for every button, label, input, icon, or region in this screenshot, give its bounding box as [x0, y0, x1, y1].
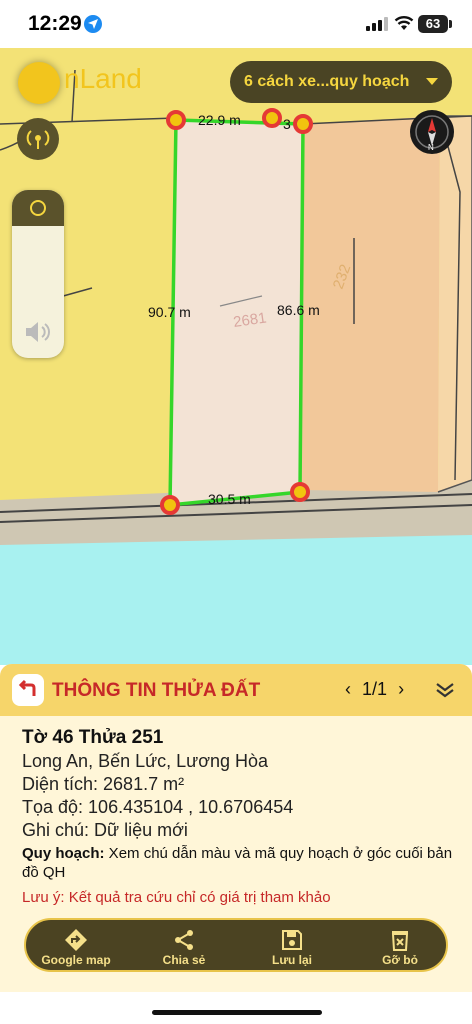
- parcel-heading: Tờ 46 Thửa 251: [22, 727, 164, 748]
- parcel-address: Long An, Bến Lức, Lương Hòa: [22, 751, 269, 771]
- signal-icon: [366, 17, 388, 31]
- directions-icon: [65, 929, 87, 951]
- segment-top-label: 22.9 m: [198, 112, 241, 128]
- segment-bottom-label: 30.5 m: [208, 491, 251, 507]
- segment-top-extra-label: 3: [283, 116, 291, 132]
- map-canvas: 2681 232: [0, 69, 472, 665]
- delete-icon: [391, 931, 409, 951]
- panel-title: THÔNG TIN THỬA ĐẤT: [52, 680, 261, 701]
- remove-button[interactable]: Gỡ bỏ: [350, 920, 450, 970]
- back-arrow-icon: [18, 679, 36, 696]
- pager-count: 1/1: [362, 679, 388, 699]
- parcel-details: Tờ 46 Thửa 251 Long An, Bến Lức, Lương H…: [22, 726, 460, 908]
- wifi-icon: [394, 16, 414, 30]
- battery-tip: [449, 20, 452, 28]
- layers-icon: [30, 200, 46, 216]
- share-button[interactable]: Chia sẻ: [134, 920, 234, 970]
- status-time: 12:29: [28, 12, 82, 35]
- google-map-label: Google map: [41, 953, 111, 967]
- compass-icon: N: [415, 115, 449, 152]
- layer-button[interactable]: [12, 190, 64, 226]
- share-label: Chia sẻ: [162, 953, 206, 967]
- plan-label: Quy hoạch:: [22, 845, 105, 862]
- parcel-warning: Lưu ý: Kết quả tra cứu chỉ có giá trị th…: [22, 889, 331, 906]
- save-label: Lưu lại: [271, 953, 313, 967]
- neighbor-parcel: [300, 116, 440, 492]
- battery-indicator: 63: [418, 15, 448, 33]
- parcel-coordinates: Tọa độ: 106.435104 , 10.6706454: [22, 797, 294, 817]
- pager: ‹ 1/1 ›: [342, 679, 407, 700]
- share-icon: [175, 930, 193, 950]
- map-view[interactable]: 2681 232: [0, 48, 472, 665]
- save-button[interactable]: Lưu lại: [242, 920, 342, 970]
- plan-select-dropdown[interactable]: 6 cách xe...quy hoạch: [230, 61, 452, 103]
- audio-panel[interactable]: [12, 190, 64, 358]
- segment-left-label: 90.7 m: [148, 304, 191, 320]
- svg-text:N: N: [428, 143, 434, 152]
- location-arrow-icon: [84, 15, 102, 33]
- segment-right-label: 86.6 m: [277, 302, 320, 318]
- app-logo: nLand: [64, 63, 142, 94]
- action-bar: Google map Chia sẻ Lưu lại Gỡ bỏ: [24, 918, 448, 972]
- panel-header: THÔNG TIN THỬA ĐẤT ‹ 1/1 ›: [0, 664, 472, 716]
- speaker-icon: [26, 322, 50, 342]
- save-icon: [282, 930, 302, 950]
- logo-icon: [18, 62, 60, 104]
- location-button[interactable]: [17, 118, 59, 160]
- remove-label: Gỡ bỏ: [382, 953, 418, 967]
- signal-tower-icon: [26, 130, 50, 149]
- chevron-down-icon: [426, 78, 438, 85]
- compass-button[interactable]: N: [410, 110, 454, 154]
- next-button[interactable]: ›: [398, 679, 404, 699]
- back-button[interactable]: [12, 674, 44, 706]
- parcel-note: Ghi chú: Dữ liệu mới: [22, 820, 188, 840]
- parcel-area: Diện tích: 2681.7 m²: [22, 774, 185, 794]
- parcel-plan: Quy hoạch: Xem chú dẫn màu và mã quy hoạ…: [22, 844, 460, 882]
- prev-button[interactable]: ‹: [345, 679, 351, 699]
- collapse-icon[interactable]: [434, 680, 456, 700]
- status-bar: 12:29 63: [0, 0, 472, 48]
- google-map-button[interactable]: Google map: [26, 920, 126, 970]
- plan-select-label: 6 cách xe...quy hoạch: [244, 73, 410, 90]
- home-indicator: [152, 1010, 322, 1015]
